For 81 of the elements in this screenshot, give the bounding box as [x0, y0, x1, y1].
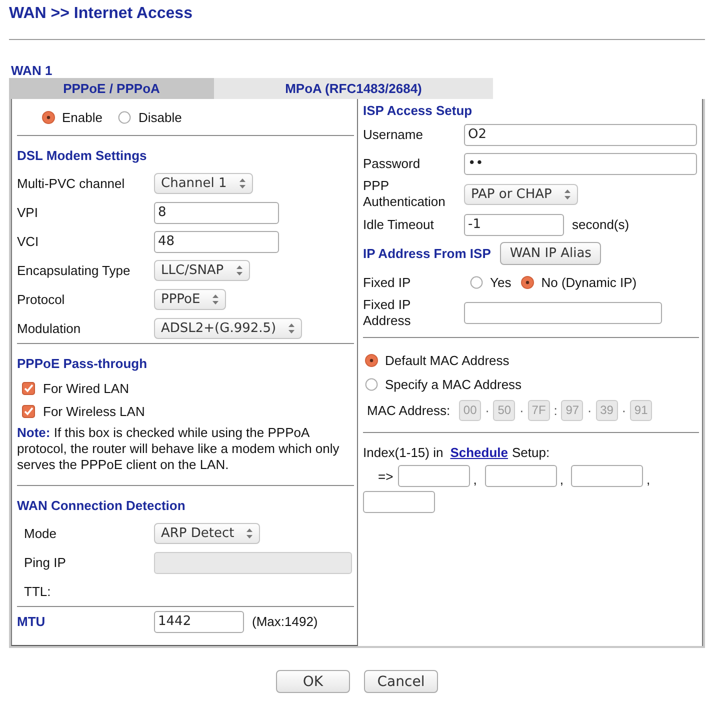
schedule-link[interactable]: Schedule — [450, 445, 508, 460]
tab[interactable]: PPPoE / PPPoA — [9, 78, 214, 99]
radio-label: Enable — [62, 110, 102, 124]
input-field[interactable]: 1442 — [154, 610, 244, 632]
field-label: MAC Address: — [367, 402, 450, 418]
radio-button[interactable] — [470, 276, 483, 289]
dialog-button[interactable]: OK — [276, 670, 350, 693]
index-field[interactable] — [484, 465, 557, 487]
field-label: VPI — [17, 205, 39, 220]
field-label: PPP Authentication — [363, 178, 446, 210]
select-field[interactable]: ADSL2+(G.992.5) — [154, 318, 302, 339]
field-label: Fixed IP — [363, 274, 412, 290]
radio-button[interactable] — [118, 110, 132, 124]
input-field[interactable]: •• — [464, 152, 697, 174]
index-field[interactable] — [398, 465, 470, 487]
input-field[interactable]: O2 — [464, 124, 697, 146]
select-field[interactable]: PAP or CHAP — [464, 184, 578, 204]
unit-label: second(s) — [572, 217, 630, 232]
radio-button[interactable] — [42, 110, 55, 124]
field-label: TTL: — [23, 584, 52, 599]
section-heading: ISP Access Setup — [363, 103, 474, 118]
field-label: Multi-PVC channel — [17, 176, 126, 191]
up-down-arrows-icon — [236, 265, 243, 276]
up-down-arrows-icon — [564, 188, 571, 200]
checkbox-label: For Wired LAN — [43, 381, 129, 396]
input-field[interactable]: -1 — [464, 214, 564, 236]
section-heading: IP Address From ISP — [363, 246, 491, 261]
field-label: Modulation — [17, 321, 82, 336]
input-field[interactable]: 8 — [154, 202, 279, 224]
field-label: Mode — [23, 526, 58, 541]
dialog-button[interactable]: Cancel — [364, 670, 438, 693]
up-down-arrows-icon — [288, 323, 296, 334]
arrow-text: => — [377, 468, 394, 484]
separator-text: · — [518, 402, 525, 418]
field-label: Username — [363, 126, 424, 142]
separator-text: · — [586, 402, 593, 418]
up-down-arrows-icon — [246, 528, 254, 539]
section-label: WAN 1 — [10, 63, 54, 78]
comma-text: , — [646, 472, 650, 487]
index-field[interactable] — [571, 465, 644, 487]
hint-text: (Max:1492) — [252, 614, 318, 629]
field-label: VCI — [17, 234, 40, 249]
field-label: Idle Timeout — [363, 216, 435, 232]
field-label: Encapsulating Type — [17, 263, 132, 278]
field-label: Password — [363, 156, 422, 172]
select-field[interactable]: LLC/SNAP — [154, 260, 250, 281]
radio-label: Specify a MAC Address — [385, 376, 522, 392]
section-heading: WAN Connection Detection — [17, 498, 186, 513]
field-label: Ping IP — [23, 555, 67, 570]
section-heading: PPPoE Pass-through — [17, 356, 148, 371]
separator-text: · — [484, 402, 490, 418]
checkbox-label: For Wireless LAN — [43, 404, 145, 419]
separator-text: · — [620, 402, 628, 418]
section-heading: DSL Modem Settings — [17, 148, 148, 163]
checkbox[interactable] — [22, 405, 35, 418]
radio-label: Yes — [490, 275, 512, 290]
input-field[interactable] — [464, 302, 662, 324]
comma-text: , — [560, 472, 564, 487]
radio-label: No (Dynamic IP) — [541, 275, 637, 290]
up-down-arrows-icon — [212, 294, 220, 305]
note-text: Note: If this box is checked while using the PPPoA protocol, the router will behave like a modem which only serves the PPPoE client on the LAN. — [17, 425, 340, 473]
schedule-label: Index(1-15) in — [363, 445, 444, 460]
up-down-arrows-icon — [238, 178, 246, 189]
field-label: Fixed IP Address — [363, 297, 412, 329]
schedule-label: Setup: — [512, 445, 550, 460]
radio-label: Disable — [138, 110, 182, 124]
tab[interactable]: MPoA (RFC1483/2684) — [214, 78, 493, 99]
select-field[interactable]: ARP Detect — [154, 523, 260, 544]
select-field[interactable]: Channel 1 — [154, 173, 253, 194]
field-label: MTU — [17, 614, 46, 629]
checkbox[interactable] — [22, 382, 35, 395]
radio-button[interactable] — [521, 276, 534, 289]
page-title: WAN >> Internet Access — [9, 4, 194, 24]
radio-label: Default MAC Address — [385, 352, 510, 368]
field-label: Protocol — [17, 292, 66, 307]
index-field[interactable] — [363, 491, 435, 513]
wan-ip-alias-button[interactable]: WAN IP Alias — [500, 242, 602, 265]
separator-text: : — [552, 402, 558, 418]
select-field[interactable]: PPPoE — [154, 289, 226, 310]
input-field[interactable]: 48 — [154, 230, 279, 252]
comma-text: , — [473, 472, 477, 487]
